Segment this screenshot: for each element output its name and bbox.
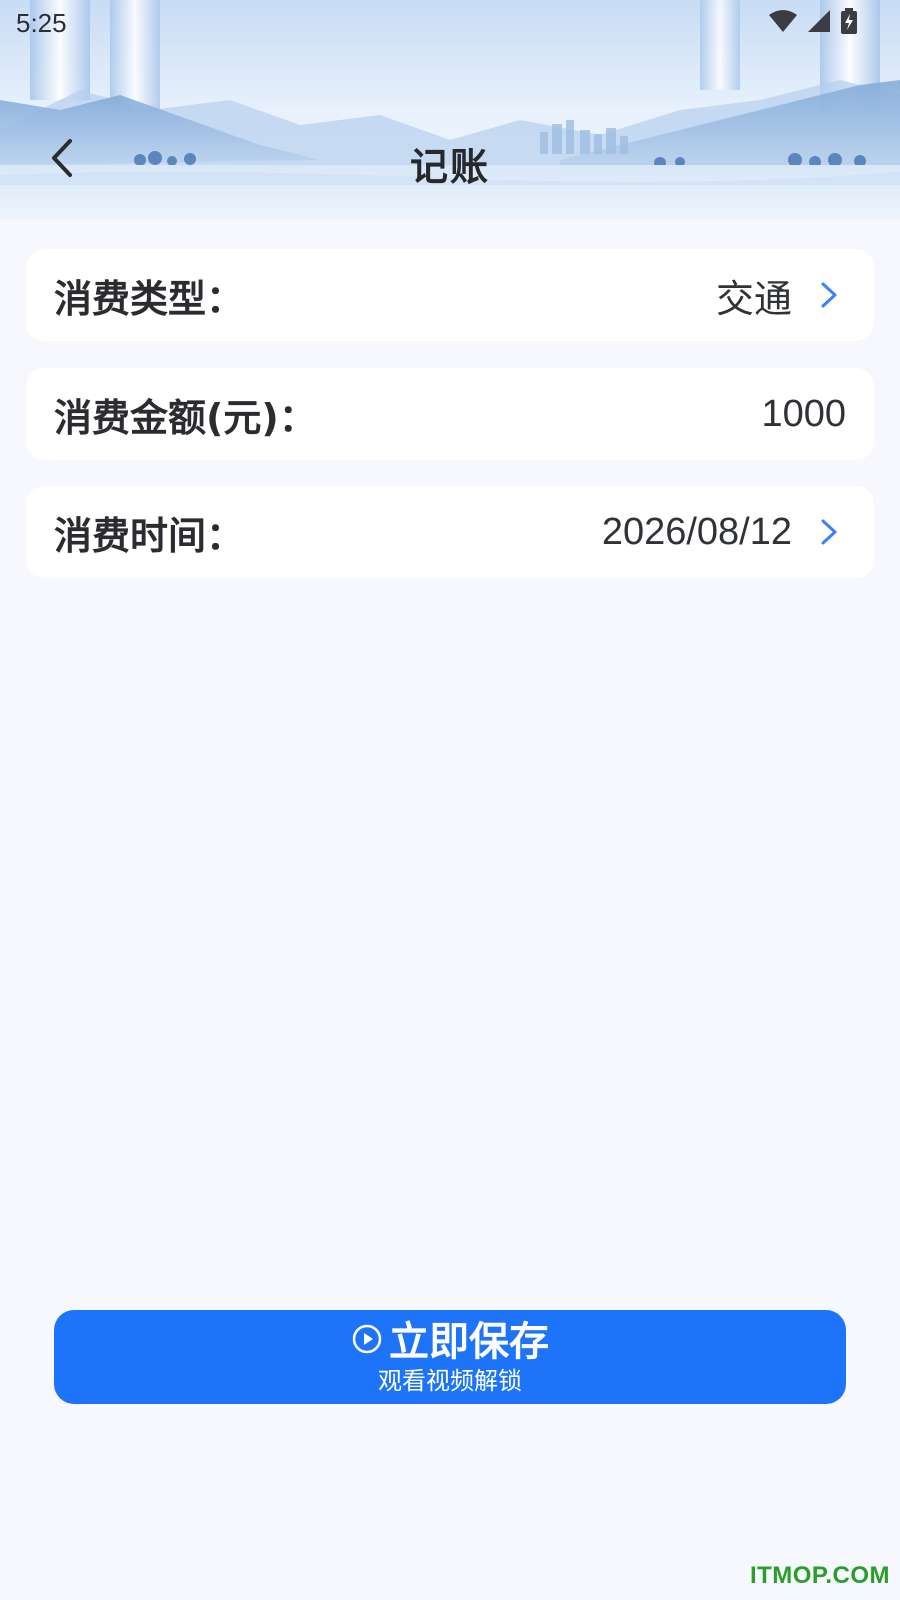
expense-type-value: 交通 <box>715 278 792 321</box>
expense-amount-input[interactable]: 1000 <box>761 393 846 436</box>
chevron-right-icon <box>814 517 844 547</box>
save-button[interactable]: 立即保存 观看视频解锁 <box>54 1310 846 1404</box>
save-button-sublabel: 观看视频解锁 <box>378 1367 522 1395</box>
status-icons <box>768 8 858 38</box>
expense-amount-label: 消费金额(元)： <box>54 395 317 440</box>
save-button-main: 立即保存 <box>351 1319 549 1365</box>
battery-charging-icon <box>840 8 858 38</box>
play-circle-icon <box>351 1319 383 1365</box>
signal-icon <box>806 9 832 37</box>
watermark: ITMOP.COM <box>749 1562 890 1589</box>
expense-time-value-wrap: 2026/08/12 <box>602 511 846 554</box>
expense-type-label: 消费类型： <box>54 276 245 321</box>
header-banner: 5:25 记账 <box>0 0 900 220</box>
expense-amount-value-wrap: 1000 <box>761 393 846 436</box>
status-time: 5:25 <box>16 8 67 38</box>
expense-time-row[interactable]: 消费时间： 2026/08/12 <box>26 486 874 578</box>
expense-amount-row[interactable]: 消费金额(元)： 1000 <box>26 368 874 460</box>
chevron-right-icon <box>814 280 844 310</box>
save-button-label: 立即保存 <box>389 1319 549 1365</box>
expense-time-label: 消费时间： <box>54 513 245 558</box>
expense-type-value-wrap: 交通 <box>716 268 846 323</box>
page: 5:25 记账 消费类型： 交通 消费金额(元)： 1000 消费时间： 202… <box>0 0 900 1600</box>
wifi-icon <box>768 9 798 37</box>
expense-type-row[interactable]: 消费类型： 交通 <box>26 249 874 341</box>
expense-time-value: 2026/08/12 <box>601 510 792 553</box>
page-title: 记账 <box>409 145 490 189</box>
